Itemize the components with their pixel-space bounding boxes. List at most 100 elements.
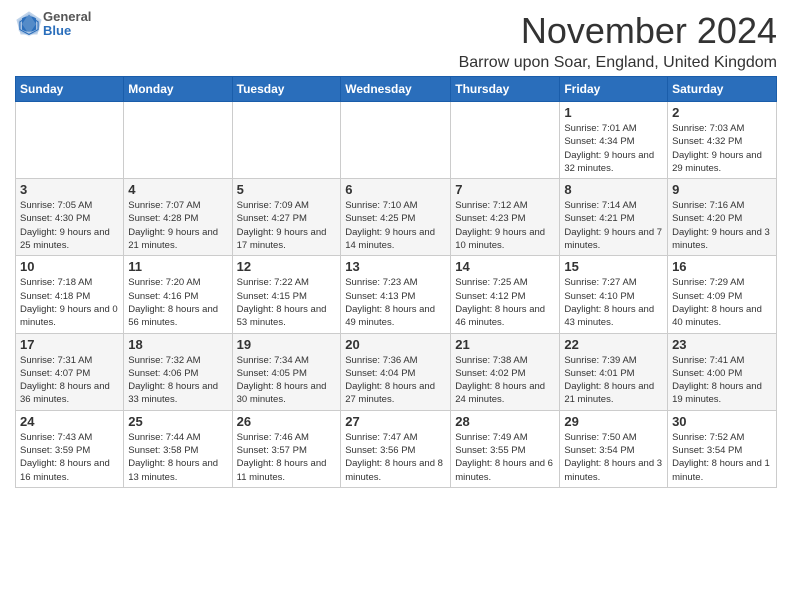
day-info: Sunrise: 7:46 AMSunset: 3:57 PMDaylight:… [237,431,337,484]
calendar-cell: 14 Sunrise: 7:25 AMSunset: 4:12 PMDayligh… [451,256,560,333]
day-number: 12 [237,259,337,274]
calendar-cell: 16 Sunrise: 7:29 AMSunset: 4:09 PMDayligh… [668,256,777,333]
day-info: Sunrise: 7:29 AMSunset: 4:09 PMDaylight:… [672,276,772,329]
day-number: 9 [672,182,772,197]
calendar-cell: 4 Sunrise: 7:07 AMSunset: 4:28 PMDaylight… [124,179,232,256]
day-info: Sunrise: 7:49 AMSunset: 3:55 PMDaylight:… [455,431,555,484]
day-info: Sunrise: 7:09 AMSunset: 4:27 PMDaylight:… [237,199,337,252]
day-info: Sunrise: 7:05 AMSunset: 4:30 PMDaylight:… [20,199,119,252]
calendar-cell: 6Sunrise: 7:10 AMSunset: 4:25 PMDaylight… [341,179,451,256]
calendar-cell [124,102,232,179]
week-row-0: 1 Sunrise: 7:01 AMSunset: 4:34 PMDaylight… [16,102,777,179]
day-number: 28 [455,414,555,429]
calendar-cell: 7 Sunrise: 7:12 AMSunset: 4:23 PMDaylight… [451,179,560,256]
calendar-cell: 21 Sunrise: 7:38 AMSunset: 4:02 PMDayligh… [451,333,560,410]
page-header: General Blue November 2024 Barrow upon S… [15,10,777,72]
calendar-cell: 20 Sunrise: 7:36 AMSunset: 4:04 PMDayligh… [341,333,451,410]
calendar-cell: 27Sunrise: 7:47 AMSunset: 3:56 PMDayligh… [341,410,451,487]
day-number: 7 [455,182,555,197]
day-info: Sunrise: 7:43 AMSunset: 3:59 PMDaylight:… [20,431,119,484]
day-number: 23 [672,337,772,352]
calendar-cell: 26 Sunrise: 7:46 AMSunset: 3:57 PMDayligh… [232,410,341,487]
weekday-header-tuesday: Tuesday [232,77,341,102]
day-number: 11 [128,259,227,274]
calendar-cell [451,102,560,179]
calendar-page: General Blue November 2024 Barrow upon S… [0,0,792,612]
day-info: Sunrise: 7:38 AMSunset: 4:02 PMDaylight:… [455,354,555,407]
day-info: Sunrise: 7:18 AMSunset: 4:18 PMDaylight:… [20,276,119,329]
day-info: Sunrise: 7:52 AMSunset: 3:54 PMDaylight:… [672,431,772,484]
day-info: Sunrise: 7:01 AMSunset: 4:34 PMDaylight:… [564,122,663,175]
weekday-header-thursday: Thursday [451,77,560,102]
title-area: November 2024 Barrow upon Soar, England,… [459,10,777,72]
day-info: Sunrise: 7:31 AMSunset: 4:07 PMDaylight:… [20,354,119,407]
week-row-3: 17 Sunrise: 7:31 AMSunset: 4:07 PMDayligh… [16,333,777,410]
month-title: November 2024 [459,10,777,52]
calendar-cell: 18 Sunrise: 7:32 AMSunset: 4:06 PMDayligh… [124,333,232,410]
day-info: Sunrise: 7:50 AMSunset: 3:54 PMDaylight:… [564,431,663,484]
calendar-cell: 11 Sunrise: 7:20 AMSunset: 4:16 PMDayligh… [124,256,232,333]
day-number: 2 [672,105,772,120]
day-number: 8 [564,182,663,197]
week-row-4: 24Sunrise: 7:43 AMSunset: 3:59 PMDayligh… [16,410,777,487]
calendar-cell: 10Sunrise: 7:18 AMSunset: 4:18 PMDayligh… [16,256,124,333]
calendar-table: SundayMondayTuesdayWednesdayThursdayFrid… [15,76,777,488]
day-number: 30 [672,414,772,429]
calendar-cell: 3Sunrise: 7:05 AMSunset: 4:30 PMDaylight… [16,179,124,256]
day-number: 25 [128,414,227,429]
calendar-cell: 23 Sunrise: 7:41 AMSunset: 4:00 PMDayligh… [668,333,777,410]
day-number: 17 [20,337,119,352]
day-number: 21 [455,337,555,352]
day-number: 22 [564,337,663,352]
day-info: Sunrise: 7:32 AMSunset: 4:06 PMDaylight:… [128,354,227,407]
day-number: 27 [345,414,446,429]
calendar-cell: 28 Sunrise: 7:49 AMSunset: 3:55 PMDayligh… [451,410,560,487]
calendar-cell: 24Sunrise: 7:43 AMSunset: 3:59 PMDayligh… [16,410,124,487]
day-number: 4 [128,182,227,197]
calendar-cell: 17 Sunrise: 7:31 AMSunset: 4:07 PMDayligh… [16,333,124,410]
location: Barrow upon Soar, England, United Kingdo… [459,54,777,72]
day-info: Sunrise: 7:41 AMSunset: 4:00 PMDaylight:… [672,354,772,407]
weekday-header-saturday: Saturday [668,77,777,102]
day-info: Sunrise: 7:07 AMSunset: 4:28 PMDaylight:… [128,199,227,252]
day-info: Sunrise: 7:23 AMSunset: 4:13 PMDaylight:… [345,276,446,329]
week-row-1: 3Sunrise: 7:05 AMSunset: 4:30 PMDaylight… [16,179,777,256]
day-number: 26 [237,414,337,429]
calendar-cell: 1 Sunrise: 7:01 AMSunset: 4:34 PMDaylight… [560,102,668,179]
calendar-cell: 8 Sunrise: 7:14 AMSunset: 4:21 PMDaylight… [560,179,668,256]
day-number: 16 [672,259,772,274]
day-number: 5 [237,182,337,197]
day-info: Sunrise: 7:20 AMSunset: 4:16 PMDaylight:… [128,276,227,329]
logo-text: General Blue [43,10,91,39]
day-number: 14 [455,259,555,274]
calendar-cell: 9Sunrise: 7:16 AMSunset: 4:20 PMDaylight… [668,179,777,256]
day-number: 20 [345,337,446,352]
day-number: 29 [564,414,663,429]
calendar-cell: 30 Sunrise: 7:52 AMSunset: 3:54 PMDayligh… [668,410,777,487]
calendar-cell: 2 Sunrise: 7:03 AMSunset: 4:32 PMDaylight… [668,102,777,179]
calendar-cell: 15Sunrise: 7:27 AMSunset: 4:10 PMDayligh… [560,256,668,333]
day-info: Sunrise: 7:39 AMSunset: 4:01 PMDaylight:… [564,354,663,407]
day-info: Sunrise: 7:12 AMSunset: 4:23 PMDaylight:… [455,199,555,252]
day-info: Sunrise: 7:36 AMSunset: 4:04 PMDaylight:… [345,354,446,407]
calendar-cell: 25Sunrise: 7:44 AMSunset: 3:58 PMDayligh… [124,410,232,487]
day-number: 19 [237,337,337,352]
day-info: Sunrise: 7:10 AMSunset: 4:25 PMDaylight:… [345,199,446,252]
calendar-cell: 29 Sunrise: 7:50 AMSunset: 3:54 PMDayligh… [560,410,668,487]
day-number: 18 [128,337,227,352]
day-number: 13 [345,259,446,274]
day-info: Sunrise: 7:27 AMSunset: 4:10 PMDaylight:… [564,276,663,329]
day-number: 1 [564,105,663,120]
week-row-2: 10Sunrise: 7:18 AMSunset: 4:18 PMDayligh… [16,256,777,333]
logo: General Blue [15,10,91,39]
day-info: Sunrise: 7:22 AMSunset: 4:15 PMDaylight:… [237,276,337,329]
calendar-cell [16,102,124,179]
day-info: Sunrise: 7:25 AMSunset: 4:12 PMDaylight:… [455,276,555,329]
calendar-cell: 19 Sunrise: 7:34 AMSunset: 4:05 PMDayligh… [232,333,341,410]
logo-icon [15,10,43,38]
weekday-header-sunday: Sunday [16,77,124,102]
day-info: Sunrise: 7:14 AMSunset: 4:21 PMDaylight:… [564,199,663,252]
day-info: Sunrise: 7:03 AMSunset: 4:32 PMDaylight:… [672,122,772,175]
weekday-header-row: SundayMondayTuesdayWednesdayThursdayFrid… [16,77,777,102]
day-info: Sunrise: 7:34 AMSunset: 4:05 PMDaylight:… [237,354,337,407]
